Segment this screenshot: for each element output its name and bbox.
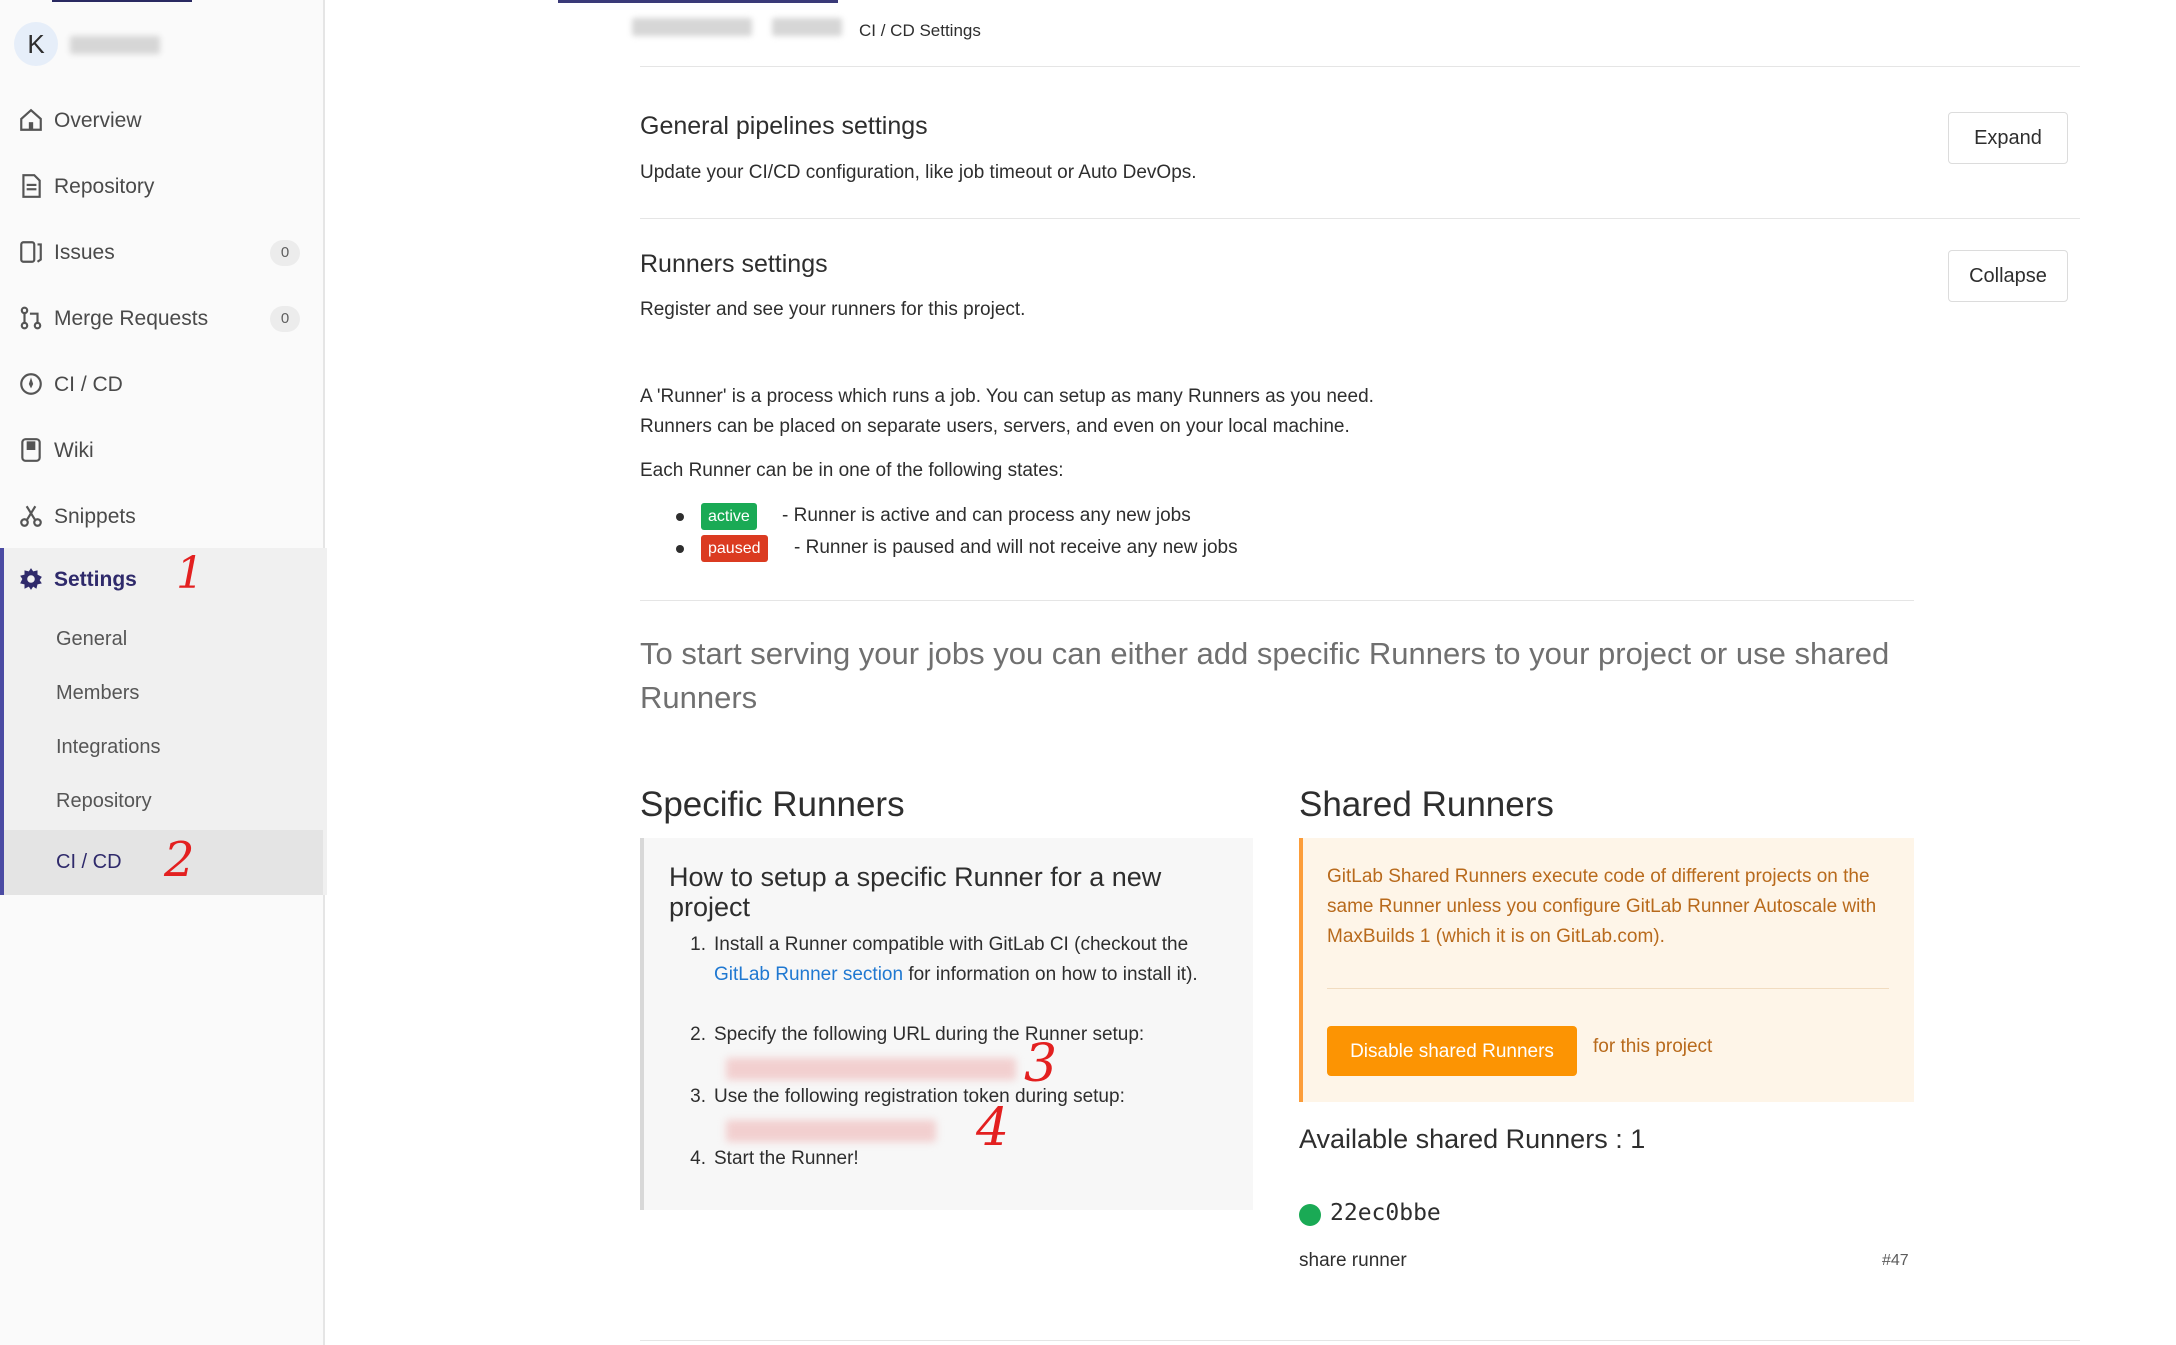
shared-runners-notice: GitLab Shared Runners execute code of di… [1299, 838, 1914, 1102]
merge-requests-count-badge: 0 [270, 306, 300, 332]
section-divider [640, 218, 2080, 219]
step-text: Use the following registration token dur… [714, 1086, 1125, 1107]
breadcrumb-redacted-2 [772, 18, 842, 36]
step-number: 3. [690, 1086, 706, 1107]
step-number: 4. [690, 1148, 706, 1169]
merge-request-icon [20, 306, 42, 330]
runner-number: #47 [1882, 1252, 1909, 1269]
section-divider [640, 600, 1914, 601]
specific-runner-setup-panel: How to setup a specific Runner for a new… [640, 838, 1253, 1210]
annotation-2: 2 [164, 832, 195, 888]
step-text: Specify the following URL during the Run… [714, 1024, 1145, 1045]
registration-token-redacted[interactable] [726, 1120, 936, 1142]
runner-url-redacted[interactable] [726, 1058, 1016, 1080]
available-shared-runners-title: Available shared Runners : 1 [1299, 1124, 1646, 1154]
sidebar-item-ci-cd[interactable]: CI / CD [0, 356, 323, 412]
runner-description: share runner [1299, 1250, 1407, 1271]
step-text-post: for information on how to install it). [903, 964, 1198, 985]
expand-button[interactable]: Expand [1948, 112, 2068, 164]
sidebar-item-wiki[interactable]: Wiki [0, 422, 323, 478]
notice-divider [1327, 988, 1889, 989]
setup-step-2: 2. Specify the following URL during the … [684, 1020, 1244, 1050]
scissors-icon [20, 505, 42, 527]
sidebar-item-merge-requests[interactable]: Merge Requests 0 [0, 290, 323, 346]
document-icon [22, 174, 41, 198]
bullet [676, 545, 684, 553]
status-badge-active: active [701, 503, 757, 530]
breadcrumb-divider [640, 66, 2080, 67]
state-paused-description: - Runner is paused and will not receive … [794, 537, 1238, 558]
gear-icon [20, 568, 42, 590]
annotation-1: 1 [176, 548, 204, 599]
sidebar: K Overview Repository Issues 0 Merge Req… [0, 0, 327, 1345]
sidebar-top-accent [52, 0, 192, 2]
section-divider-bottom [640, 1340, 2080, 1341]
issues-count-badge: 0 [270, 240, 300, 266]
settings-sub-integrations[interactable]: Integrations [56, 736, 161, 759]
runner-intro-line1: A 'Runner' is a process which runs a job… [640, 386, 1374, 407]
setup-step-3: 3. Use the following registration token … [684, 1082, 1244, 1112]
sidebar-item-label: Wiki [54, 439, 94, 462]
settings-sub-ci-cd-label: CI / CD [56, 851, 122, 873]
step-text-pre: Install a Runner compatible with GitLab … [714, 934, 1189, 955]
step-number: 1. [690, 934, 706, 955]
runner-intro-line2: Runners can be placed on separate users,… [640, 416, 1350, 437]
general-pipelines-description: Update your CI/CD configuration, like jo… [640, 162, 1197, 183]
rocket-icon [20, 373, 42, 395]
general-pipelines-title: General pipelines settings [640, 112, 928, 140]
specific-runners-heading: Specific Runners [640, 785, 905, 824]
step-number: 2. [690, 1024, 706, 1045]
disable-shared-runners-suffix: for this project [1593, 1036, 1713, 1057]
step-text: Start the Runner! [714, 1148, 859, 1169]
setup-step-4: 4. Start the Runner! [684, 1144, 1244, 1174]
project-name-redacted [70, 36, 160, 54]
sidebar-item-label: CI / CD [54, 373, 123, 396]
settings-sub-repository[interactable]: Repository [56, 790, 152, 813]
sidebar-item-repository[interactable]: Repository [0, 158, 323, 214]
shared-runners-notice-text: GitLab Shared Runners execute code of di… [1327, 866, 1877, 947]
top-nav-active-indicator [558, 0, 838, 3]
sidebar-settings-section: Settings 1 General Members Integrations … [0, 548, 327, 895]
step-text: Install a Runner compatible with GitLab … [714, 930, 1234, 990]
sidebar-item-settings[interactable]: Settings [54, 568, 137, 592]
sidebar-item-label: Overview [54, 109, 142, 132]
sidebar-item-label: Snippets [54, 505, 136, 528]
setup-step-1: 1. Install a Runner compatible with GitL… [684, 930, 1244, 1022]
sidebar-item-overview[interactable]: Overview [0, 92, 323, 148]
runners-settings-description: Register and see your runners for this p… [640, 299, 1026, 320]
disable-shared-runners-button[interactable]: Disable shared Runners [1327, 1026, 1577, 1076]
settings-sub-members[interactable]: Members [56, 682, 139, 705]
breadcrumb-current: CI / CD Settings [859, 21, 981, 40]
settings-sub-general[interactable]: General [56, 628, 127, 651]
sidebar-item-label: Repository [54, 175, 155, 198]
runner-id[interactable]: 22ec0bbe [1330, 1200, 1441, 1226]
state-active-description: - Runner is active and can process any n… [782, 505, 1191, 526]
shared-runners-heading: Shared Runners [1299, 785, 1554, 824]
sidebar-item-issues[interactable]: Issues 0 [0, 224, 323, 280]
collapse-button[interactable]: Collapse [1948, 250, 2068, 302]
issues-icon [20, 241, 42, 263]
status-badge-paused: paused [701, 535, 768, 562]
bullet [676, 513, 684, 521]
runners-settings-title: Runners settings [640, 250, 828, 278]
runner-status-online-icon [1299, 1204, 1321, 1226]
runners-lead-text: To start serving your jobs you can eithe… [640, 636, 1890, 715]
sidebar-item-snippets[interactable]: Snippets [0, 488, 323, 544]
runner-states-intro: Each Runner can be in one of the followi… [640, 460, 1064, 481]
setup-title: How to setup a specific Runner for a new… [669, 862, 1162, 922]
sidebar-item-label: Merge Requests [54, 307, 209, 330]
breadcrumb-redacted-1 [632, 18, 752, 36]
gitlab-runner-section-link[interactable]: GitLab Runner section [714, 964, 903, 985]
project-avatar[interactable]: K [14, 22, 58, 66]
home-icon [20, 108, 42, 131]
settings-sub-ci-cd[interactable]: CI / CD 2 [4, 830, 323, 895]
book-icon [21, 438, 41, 462]
sidebar-item-label: Issues [54, 241, 115, 264]
